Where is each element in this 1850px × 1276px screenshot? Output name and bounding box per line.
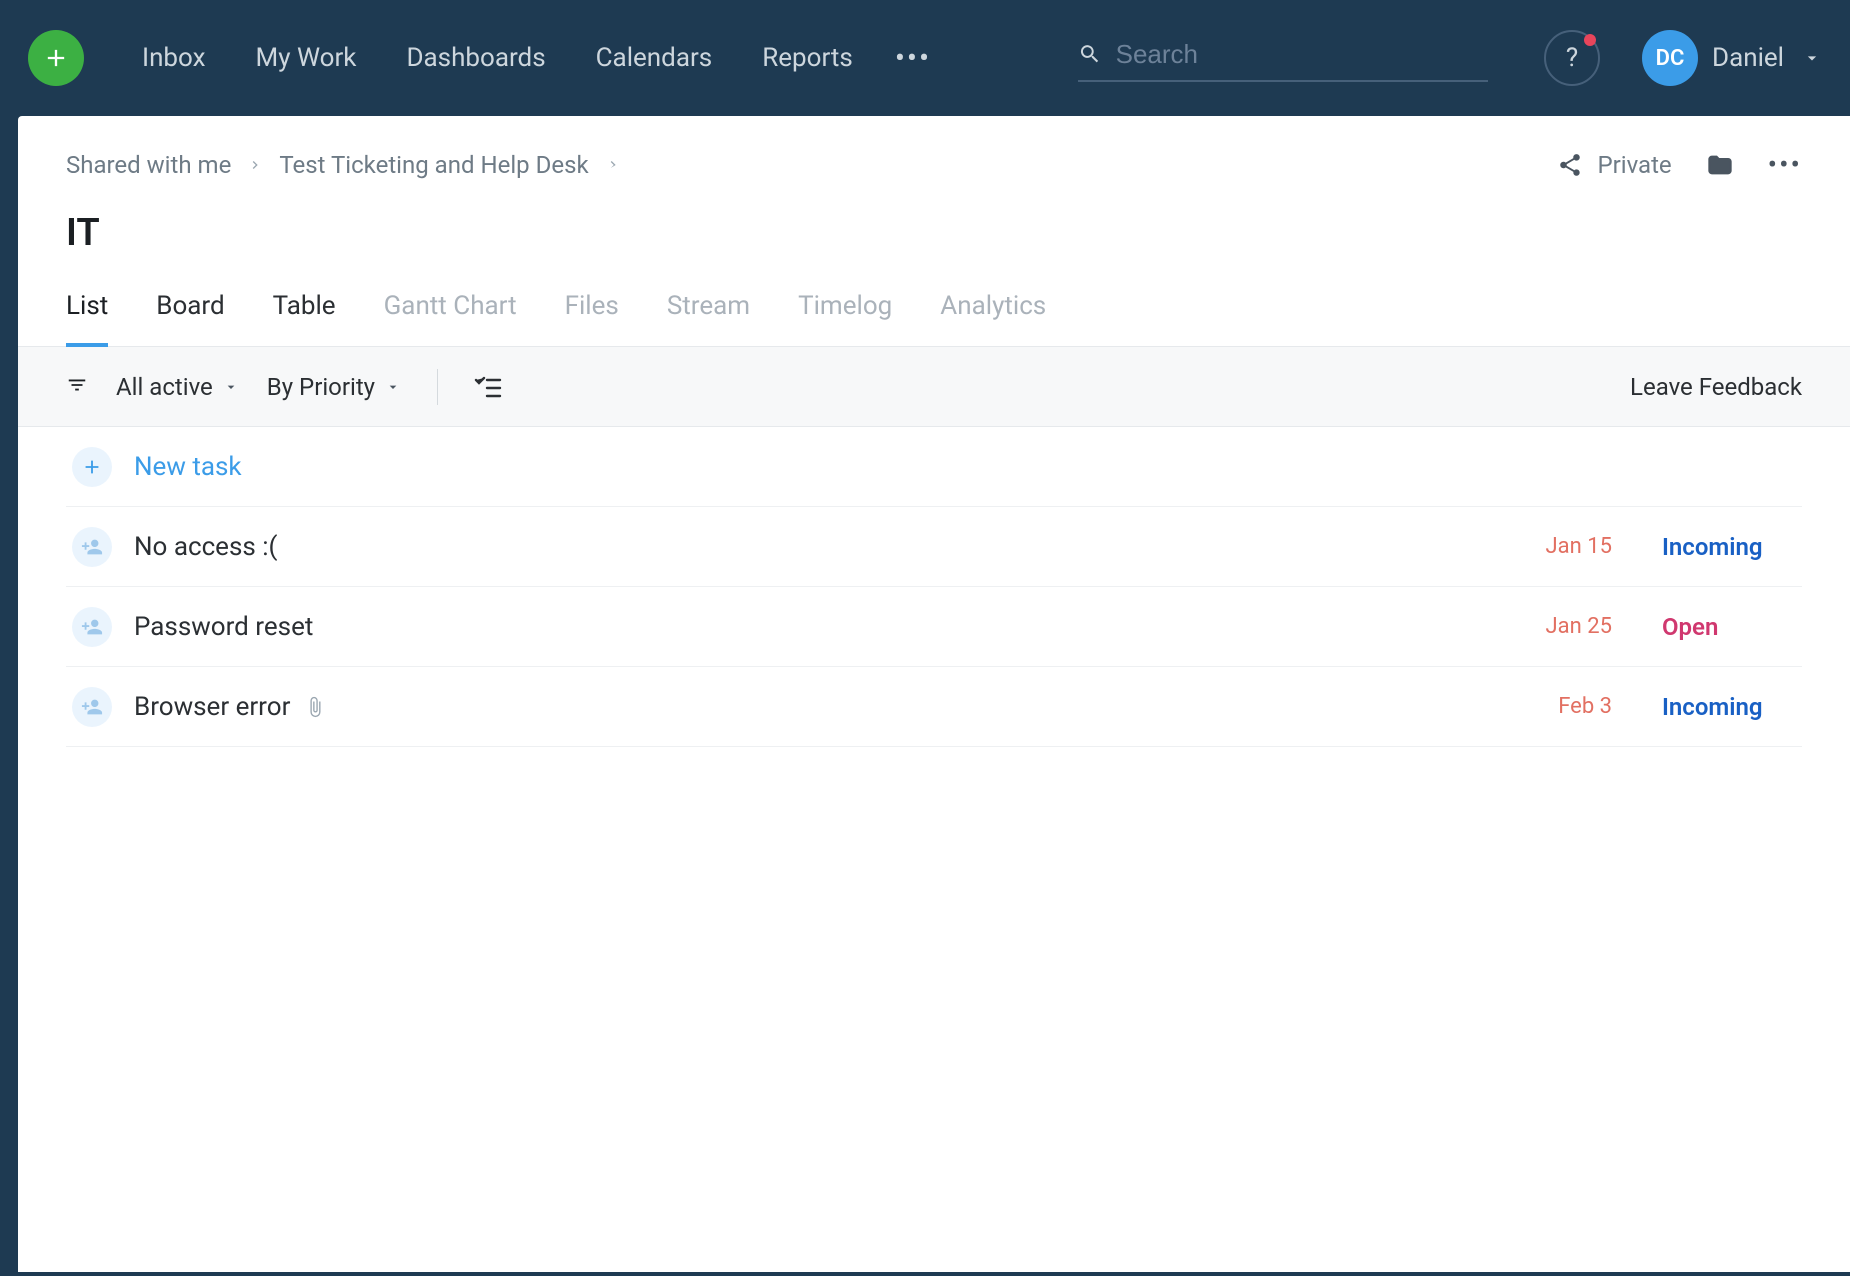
- task-list: New task No access :( Jan 15 Incoming Passw…: [18, 427, 1850, 747]
- user-name-label: Daniel: [1712, 43, 1784, 73]
- folder-icon: [1706, 151, 1734, 179]
- new-task-button[interactable]: New task: [66, 427, 1802, 507]
- share-label: Private: [1597, 151, 1671, 179]
- tab-table[interactable]: Table: [273, 291, 336, 346]
- nav-dashboards[interactable]: Dashboards: [406, 43, 545, 73]
- tab-timelog[interactable]: Timelog: [798, 291, 892, 346]
- breadcrumb-item-shared[interactable]: Shared with me: [66, 151, 231, 179]
- plus-icon: [42, 44, 70, 72]
- chevron-right-icon: [605, 151, 621, 179]
- sort-dropdown[interactable]: By Priority: [267, 373, 401, 401]
- assignee-placeholder-icon[interactable]: [72, 687, 112, 727]
- task-date: Feb 3: [1502, 694, 1612, 719]
- topbar: Inbox My Work Dashboards Calendars Repor…: [0, 0, 1850, 116]
- tab-stream[interactable]: Stream: [667, 291, 750, 346]
- sub-header: Shared with me Test Ticketing and Help D…: [18, 116, 1850, 181]
- search-input[interactable]: [1116, 39, 1488, 70]
- global-add-button[interactable]: [28, 30, 84, 86]
- divider: [437, 369, 438, 405]
- toolbar-left: All active By Priority: [66, 369, 502, 405]
- search-icon: [1078, 41, 1102, 67]
- question-mark-icon: ?: [1566, 43, 1578, 73]
- task-date: Jan 15: [1502, 534, 1612, 559]
- page-title: IT: [18, 181, 1850, 255]
- subtasks-icon: [474, 375, 502, 399]
- task-status[interactable]: Open: [1662, 613, 1802, 641]
- main-panel: Shared with me Test Ticketing and Help D…: [18, 116, 1850, 1272]
- task-row[interactable]: Password reset Jan 25 Open: [66, 587, 1802, 667]
- attachment-icon: [304, 696, 326, 718]
- task-status[interactable]: Incoming: [1662, 533, 1802, 561]
- chevron-right-icon: [247, 151, 263, 179]
- assignee-placeholder-icon[interactable]: [72, 607, 112, 647]
- sort-label: By Priority: [267, 373, 375, 401]
- filter-dropdown[interactable]: All active: [116, 373, 239, 401]
- task-row[interactable]: No access :( Jan 15 Incoming: [66, 507, 1802, 587]
- sub-header-actions: Private •••: [1557, 148, 1802, 181]
- nav-calendars[interactable]: Calendars: [596, 43, 713, 73]
- tab-list[interactable]: List: [66, 291, 108, 347]
- share-button[interactable]: Private: [1557, 151, 1671, 179]
- nav-my-work[interactable]: My Work: [256, 43, 357, 73]
- task-title[interactable]: No access :(: [134, 532, 1480, 562]
- help-button[interactable]: ?: [1544, 30, 1600, 86]
- breadcrumb-item-help-desk[interactable]: Test Ticketing and Help Desk: [279, 151, 588, 179]
- filter-label: All active: [116, 373, 213, 401]
- tab-analytics[interactable]: Analytics: [940, 291, 1046, 346]
- caret-down-icon: [385, 379, 401, 395]
- breadcrumb: Shared with me Test Ticketing and Help D…: [66, 151, 621, 179]
- avatar: DC: [1642, 30, 1698, 86]
- view-tabs: List Board Table Gantt Chart Files Stream Time…: [18, 255, 1850, 347]
- search-bar[interactable]: [1078, 34, 1488, 82]
- nav-reports[interactable]: Reports: [762, 43, 853, 73]
- tab-gantt-chart[interactable]: Gantt Chart: [384, 291, 517, 346]
- plus-circle-icon: [72, 447, 112, 487]
- nav-inbox[interactable]: Inbox: [142, 43, 206, 73]
- task-row[interactable]: Browser error Feb 3 Incoming: [66, 667, 1802, 747]
- task-title[interactable]: Browser error: [134, 692, 1480, 722]
- top-nav-more-button[interactable]: •••: [895, 41, 931, 76]
- user-menu[interactable]: DC Daniel: [1642, 30, 1822, 86]
- chevron-down-icon: [1802, 48, 1822, 68]
- task-title[interactable]: Password reset: [134, 612, 1480, 642]
- new-task-label: New task: [134, 452, 242, 482]
- task-date: Jan 25: [1502, 614, 1612, 639]
- leave-feedback-link[interactable]: Leave Feedback: [1630, 373, 1802, 401]
- folder-button[interactable]: [1706, 151, 1734, 179]
- list-toolbar: All active By Priority Leave Feedback: [18, 347, 1850, 427]
- more-actions-button[interactable]: •••: [1768, 148, 1802, 181]
- tab-files[interactable]: Files: [565, 291, 619, 346]
- tab-board[interactable]: Board: [156, 291, 224, 346]
- top-nav: Inbox My Work Dashboards Calendars Repor…: [142, 43, 853, 73]
- caret-down-icon: [223, 379, 239, 395]
- assignee-placeholder-icon[interactable]: [72, 527, 112, 567]
- notification-dot-icon: [1584, 34, 1596, 46]
- task-status[interactable]: Incoming: [1662, 693, 1802, 721]
- filter-icon[interactable]: [66, 374, 88, 400]
- expand-subtasks-button[interactable]: [474, 375, 502, 399]
- share-icon: [1557, 152, 1583, 178]
